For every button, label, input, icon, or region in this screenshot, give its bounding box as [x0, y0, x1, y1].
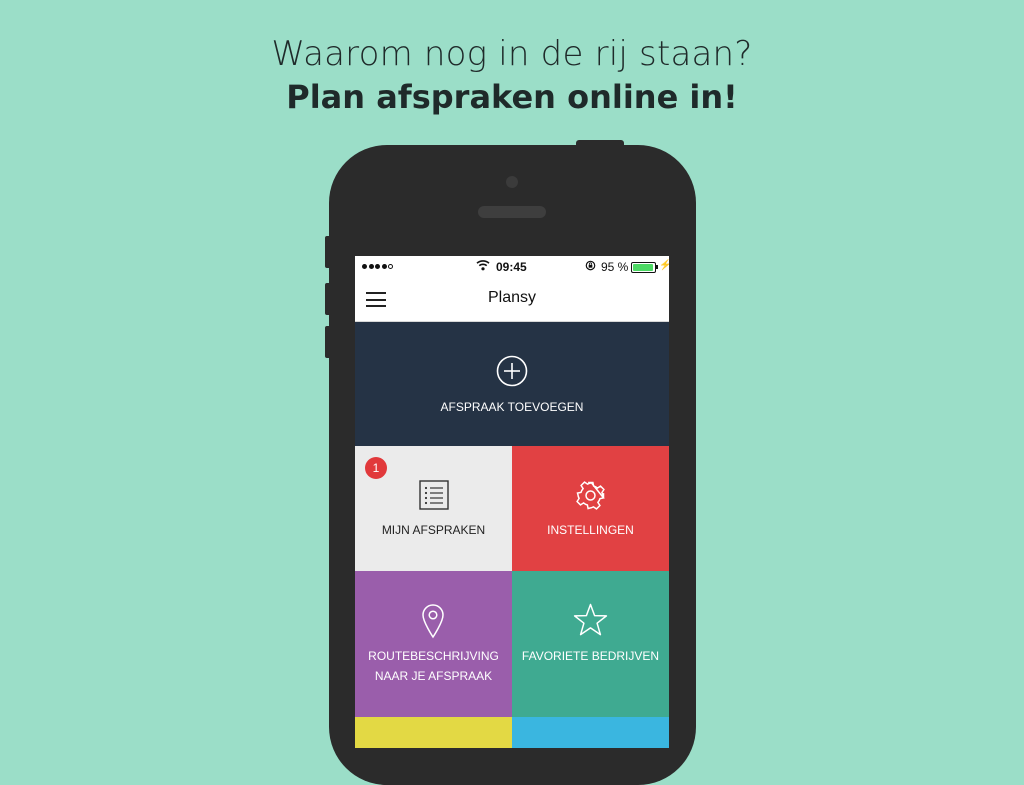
gear-icon	[576, 481, 605, 510]
status-time: 09:45	[496, 260, 527, 274]
nav-title: Plansy	[487, 289, 537, 306]
charging-bolt-icon: ⚡	[659, 260, 669, 271]
nav-bar: Plansy	[355, 278, 669, 322]
rotation-lock-icon	[585, 260, 596, 271]
phone-speaker	[478, 206, 546, 218]
add-appointment-tile[interactable]: AFSPRAAK TOEVOEGEN	[355, 322, 669, 446]
blue-tile[interactable]	[512, 717, 669, 748]
phone-screen: 09:45 95 % ⚡ Plansy AFSPRAAK TOEVOEGEN 1	[355, 256, 669, 748]
route-label-line1: ROUTEBESCHRIJVING	[368, 649, 499, 663]
route-tile[interactable]: ROUTEBESCHRIJVING NAAR JE AFSPRAAK	[355, 571, 512, 717]
plus-circle-icon	[496, 355, 528, 387]
status-bar: 09:45 95 % ⚡	[355, 256, 669, 278]
wifi-icon	[476, 260, 490, 271]
appointments-count-badge: 1	[365, 457, 387, 479]
route-label-line2: NAAR JE AFSPRAAK	[374, 669, 493, 683]
star-icon	[573, 603, 608, 636]
headline-line1: Waarom nog in de rij staan?	[271, 34, 753, 74]
my-appointments-label: MIJN AFSPRAKEN	[381, 523, 486, 537]
phone-camera	[506, 176, 518, 188]
location-pin-icon	[422, 604, 444, 639]
headline-line2: Plan afspraken online in!	[286, 78, 738, 116]
settings-tile[interactable]: INSTELLINGEN	[512, 446, 669, 571]
settings-label: INSTELLINGEN	[547, 523, 634, 537]
signal-strength-icon	[362, 264, 393, 269]
battery-percent: 95 %	[601, 260, 629, 274]
my-appointments-tile[interactable]: 1 MIJN AFSPRAKEN	[355, 446, 512, 571]
favorite-businesses-label: FAVORIETE BEDRIJVEN	[521, 649, 660, 663]
battery-tip	[656, 265, 658, 269]
yellow-tile[interactable]	[355, 717, 512, 748]
list-icon	[419, 480, 449, 510]
favorite-businesses-tile[interactable]: FAVORIETE BEDRIJVEN	[512, 571, 669, 717]
add-appointment-label: AFSPRAAK TOEVOEGEN	[440, 400, 584, 414]
battery-icon	[631, 262, 656, 273]
